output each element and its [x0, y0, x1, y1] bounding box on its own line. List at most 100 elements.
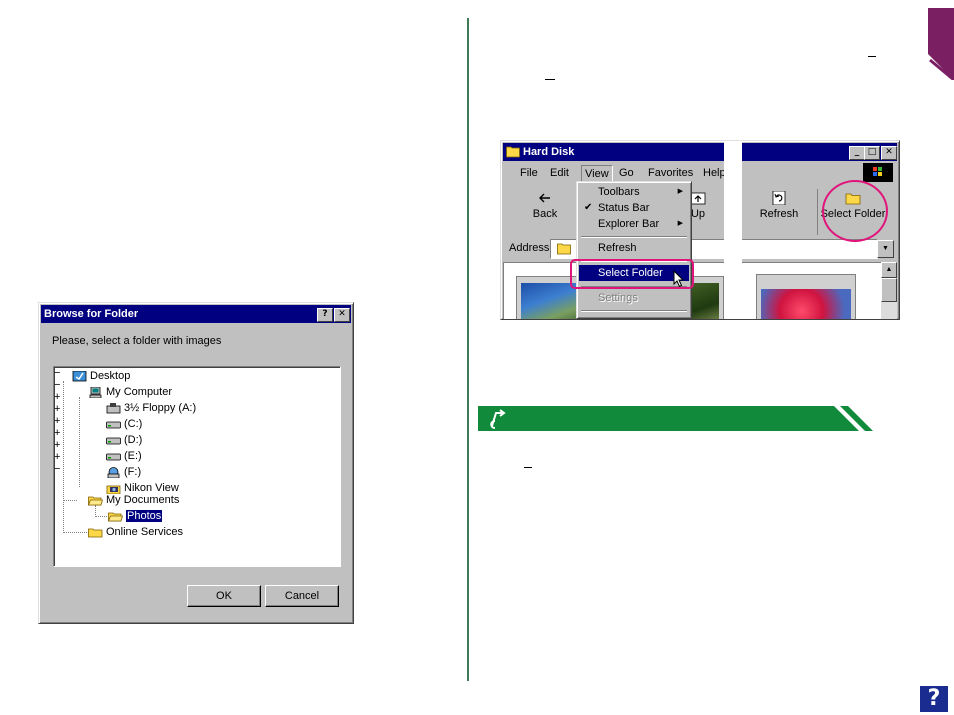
tree-item-floppy[interactable]: 3½ Floppy (A:) [106, 401, 196, 415]
folder-icon [88, 528, 103, 537]
tree-item-my-documents[interactable]: My Documents [88, 493, 179, 507]
camera-folder-icon [106, 485, 121, 494]
submenu-arrow-icon: ▶ [677, 188, 683, 195]
floppy-drive-icon [106, 402, 121, 413]
ok-button[interactable]: OK [187, 585, 261, 607]
computer-icon [89, 386, 102, 398]
view-menu-explorer-bar[interactable]: Explorer Bar ▶ [579, 216, 689, 232]
maximize-button[interactable]: □ [864, 146, 880, 160]
menu-separator [581, 236, 687, 238]
menu-item-label: Settings [598, 292, 638, 304]
close-button[interactable]: ✕ [881, 146, 897, 160]
tree-item-label: Online Services [106, 526, 184, 538]
menu-file[interactable]: File [520, 167, 538, 179]
underline-mark [545, 79, 555, 80]
menu-edit[interactable]: Edit [550, 167, 569, 179]
desktop-icon [72, 370, 87, 381]
cancel-button[interactable]: Cancel [265, 585, 339, 607]
refresh-label: Refresh [759, 208, 799, 220]
menu-go[interactable]: Go [619, 167, 634, 179]
folder-tree[interactable]: Desktop − My Computer − 3½ Floppy (A:) +… [53, 366, 341, 567]
dialog-title: Browse for Folder [44, 308, 139, 320]
scroll-thumb[interactable] [881, 278, 897, 302]
up-folder-icon [690, 192, 706, 205]
hard-drive-icon [106, 453, 121, 460]
help-button[interactable]: ? [920, 686, 948, 712]
folder-icon [557, 243, 571, 255]
underline-mark [524, 467, 532, 468]
highlight-select-folder-menu [570, 259, 694, 289]
tree-item-label: My Computer [106, 386, 173, 398]
tree-item-drive-c[interactable]: (C:) [106, 417, 142, 431]
refresh-button[interactable]: Refresh [751, 189, 807, 235]
tree-item-desktop[interactable]: Desktop [72, 369, 130, 383]
dialog-prompt: Please, select a folder with images [52, 335, 222, 347]
tree-item-drive-f[interactable]: (F:) [106, 465, 141, 479]
view-menu-refresh[interactable]: Refresh [579, 240, 689, 256]
tree-connector [63, 500, 77, 501]
dialog-title-bar: Browse for Folder [41, 305, 351, 323]
tree-item-label-selected: Photos [124, 509, 164, 523]
page-divider [467, 18, 469, 681]
browse-for-folder-dialog: Browse for Folder ? ✕ Please, select a f… [38, 302, 354, 624]
menu-item-label: Status Bar [598, 202, 650, 214]
tree-item-label: (C:) [124, 418, 143, 430]
hard-drive-icon [106, 421, 121, 428]
tree-item-my-computer[interactable]: My Computer [88, 385, 172, 399]
menu-favorites[interactable]: Favorites [648, 167, 693, 179]
windows-logo-icon [863, 163, 893, 182]
menu-item-label: Refresh [598, 242, 637, 254]
tree-expand-toggle[interactable]: + [54, 451, 340, 463]
dialog-help-button[interactable]: ? [317, 308, 333, 322]
network-drive-icon [107, 466, 120, 478]
tree-connector [95, 516, 107, 517]
menu-item-label: Explorer Bar [598, 218, 660, 230]
tip-banner [478, 406, 873, 431]
tree-item-drive-d[interactable]: (D:) [106, 433, 142, 447]
tree-item-label: Desktop [90, 370, 131, 382]
view-menu-toolbars[interactable]: Toolbars ▶ [579, 184, 689, 200]
check-icon: ✔ [584, 202, 593, 213]
hard-drive-icon [106, 437, 121, 444]
explorer-title-bar: Hard Disk [503, 143, 897, 161]
tree-connector [63, 532, 89, 533]
corner-tab-decoration [928, 8, 954, 80]
tree-expand-toggle[interactable]: + [54, 415, 340, 427]
menu-separator [581, 310, 687, 312]
address-label: Address [509, 242, 550, 254]
tree-item-label: (F:) [124, 466, 142, 478]
vertical-scrollbar[interactable]: ▲ [881, 262, 897, 319]
open-folder-icon [88, 496, 103, 505]
back-label: Back [532, 208, 558, 220]
underline-mark [868, 56, 876, 57]
tree-expand-toggle[interactable]: + [54, 427, 340, 439]
scroll-up-button[interactable]: ▲ [881, 262, 897, 278]
tree-item-label: (D:) [124, 434, 143, 446]
explorer-title: Hard Disk [523, 146, 575, 158]
tree-item-online-services[interactable]: Online Services [88, 525, 183, 539]
menu-bar: File Edit View Go Favorites Help [503, 163, 897, 183]
tree-item-photos[interactable]: Photos [108, 509, 164, 523]
view-menu-settings[interactable]: Settings [579, 290, 689, 306]
tree-collapse-toggle[interactable]: − [54, 463, 340, 475]
tree-connector [63, 381, 64, 533]
up-label: Up [690, 208, 706, 220]
menu-help[interactable]: Help [703, 167, 726, 179]
image-crop-gap [724, 141, 742, 319]
view-menu-status-bar[interactable]: ✔ Status Bar [579, 200, 689, 216]
address-dropdown-button[interactable]: ▼ [877, 240, 894, 258]
tree-expand-toggle[interactable]: + [54, 403, 340, 415]
tree-expand-toggle[interactable]: + [54, 439, 340, 451]
tree-item-label: My Documents [106, 494, 180, 506]
view-menu: Toolbars ▶ ✔ Status Bar Explorer Bar ▶ R… [576, 181, 692, 319]
folder-icon [506, 146, 520, 158]
submenu-arrow-icon: ▶ [677, 220, 683, 227]
tree-item-drive-e[interactable]: (E:) [106, 449, 142, 463]
tree-connector [79, 397, 80, 487]
open-folder-icon [108, 512, 123, 521]
minimize-button[interactable]: _ [849, 146, 865, 160]
tree-item-label: 3½ Floppy (A:) [124, 402, 197, 414]
thumbnail[interactable] [756, 274, 856, 319]
back-button[interactable]: Back [517, 189, 573, 235]
dialog-close-button[interactable]: ✕ [334, 308, 350, 322]
